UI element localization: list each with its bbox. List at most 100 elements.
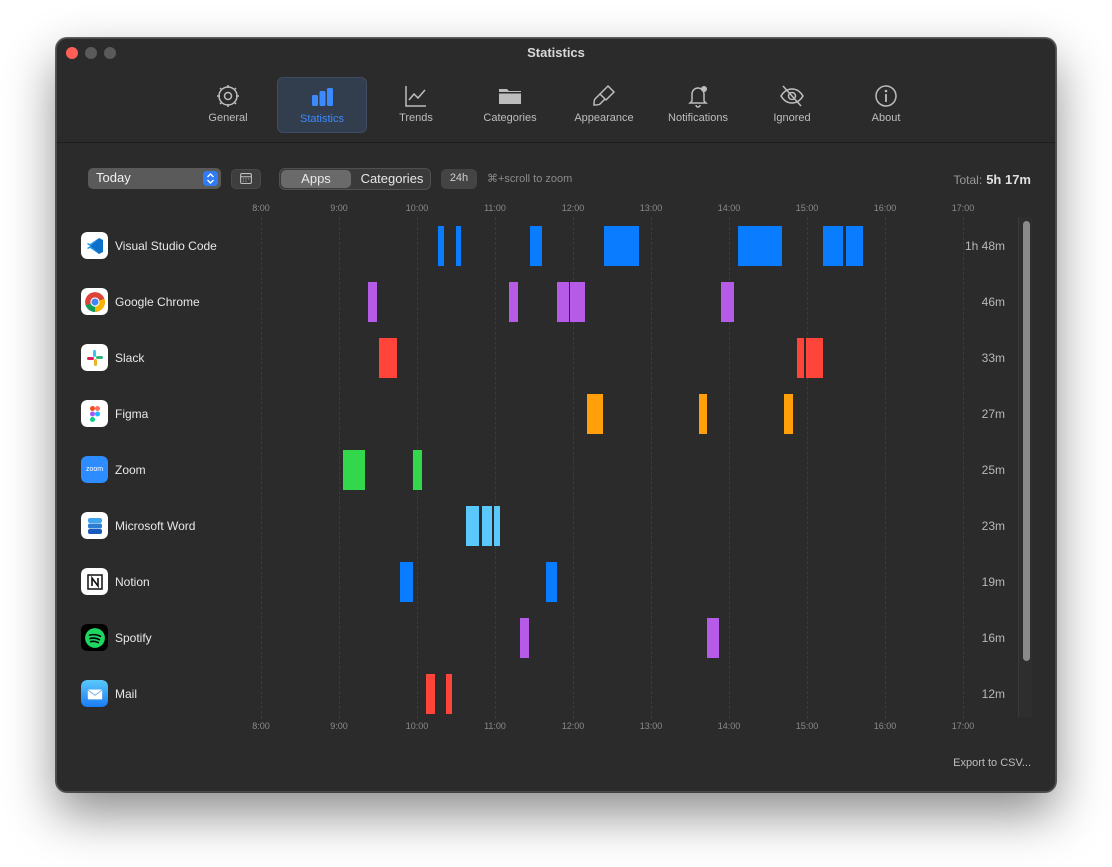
- gridline: [885, 217, 886, 719]
- tab-ignored[interactable]: Ignored: [747, 77, 837, 133]
- app-duration: 16m: [981, 631, 1005, 645]
- session-bar[interactable]: [445, 674, 453, 714]
- session-bar[interactable]: [426, 674, 436, 714]
- app-name: Spotify: [115, 631, 152, 645]
- tab-label: About: [871, 112, 901, 124]
- chrome-icon: [81, 288, 108, 315]
- window-title: Statistics: [527, 45, 585, 60]
- calendar-button[interactable]: [231, 169, 261, 189]
- axis-tick-label-top: 10:00: [405, 203, 429, 213]
- session-bar[interactable]: [437, 226, 445, 266]
- axis-tick-label-top: 14:00: [717, 203, 741, 213]
- eye-slash-icon: [780, 85, 804, 107]
- app-duration: 33m: [981, 351, 1005, 365]
- session-bar[interactable]: [519, 618, 529, 658]
- export-csv-button[interactable]: Export to CSV...: [953, 757, 1031, 769]
- session-bar[interactable]: [738, 226, 783, 266]
- scrollbar-thumb[interactable]: [1023, 221, 1030, 661]
- gridline: [963, 217, 964, 719]
- axis-tick-label-bottom: 9:00: [330, 721, 348, 731]
- app-duration: 46m: [981, 295, 1005, 309]
- axis-tick-label-top: 11:00: [484, 203, 506, 213]
- axis-tick-label-bottom: 12:00: [561, 721, 585, 731]
- mail-icon: [81, 680, 108, 707]
- session-bar[interactable]: [706, 618, 719, 658]
- axis-tick-label-bottom: 10:00: [405, 721, 429, 731]
- gridline: [339, 217, 340, 719]
- app-name: Google Chrome: [115, 295, 200, 309]
- session-bar[interactable]: [846, 226, 863, 266]
- word-icon: [81, 512, 108, 539]
- app-name: Figma: [115, 407, 149, 421]
- session-bar[interactable]: [587, 394, 603, 434]
- session-bar[interactable]: [822, 226, 844, 266]
- session-bar[interactable]: [493, 506, 501, 546]
- session-bar[interactable]: [509, 282, 519, 322]
- title-bar: Statistics: [57, 39, 1055, 67]
- zoom-icon: zoom: [81, 456, 108, 483]
- range-24h-button[interactable]: 24h: [441, 169, 477, 189]
- tab-appearance[interactable]: Appearance: [559, 77, 649, 133]
- tab-about[interactable]: About: [841, 77, 931, 133]
- folder-icon: [499, 89, 521, 104]
- session-bar[interactable]: [545, 562, 558, 602]
- calendar-icon: [240, 173, 252, 185]
- app-duration: 1h 48m: [964, 239, 1005, 253]
- session-bar[interactable]: [530, 226, 542, 266]
- app-name: Notion: [115, 575, 150, 589]
- tab-statistics[interactable]: Statistics: [277, 77, 367, 133]
- session-bar[interactable]: [342, 450, 365, 490]
- app-duration: 19m: [981, 575, 1005, 589]
- tab-notifications[interactable]: Notifications: [653, 77, 743, 133]
- vertical-scrollbar[interactable]: [1018, 217, 1032, 717]
- paintbrush-icon: [593, 84, 616, 106]
- app-name: Zoom: [115, 463, 146, 477]
- preferences-toolbar: General Statistics Trends Categories App…: [57, 67, 1055, 143]
- session-bar[interactable]: [466, 506, 480, 546]
- tab-label: Notifications: [668, 112, 728, 124]
- chevron-up-down-icon: [203, 171, 218, 186]
- segment-apps[interactable]: Apps: [281, 170, 351, 188]
- spotify-icon: [81, 624, 108, 651]
- axis-tick-label-bottom: 11:00: [484, 721, 506, 731]
- session-bar[interactable]: [783, 394, 793, 434]
- tab-trends[interactable]: Trends: [371, 77, 461, 133]
- session-bar[interactable]: [379, 338, 398, 378]
- session-bar[interactable]: [456, 226, 462, 266]
- axis-tick-label-bottom: 17:00: [951, 721, 975, 731]
- gridline: [495, 217, 496, 719]
- session-bar[interactable]: [413, 450, 423, 490]
- axis-tick-label-bottom: 15:00: [795, 721, 819, 731]
- period-select-value: Today: [96, 170, 131, 185]
- bar-chart-icon: [312, 88, 333, 106]
- app-name: Mail: [115, 687, 138, 701]
- session-bar[interactable]: [796, 338, 805, 378]
- total-label: Total:: [953, 173, 983, 187]
- axis-tick-label-top: 9:00: [330, 203, 348, 213]
- axis-tick-label-top: 12:00: [561, 203, 585, 213]
- app-duration: 23m: [981, 519, 1005, 533]
- tab-general[interactable]: General: [183, 77, 273, 133]
- tab-label: Statistics: [299, 113, 344, 125]
- axis-tick-label-top: 16:00: [873, 203, 897, 213]
- session-bar[interactable]: [570, 282, 585, 322]
- notion-icon: [81, 568, 108, 595]
- session-bar[interactable]: [721, 282, 735, 322]
- session-bar[interactable]: [557, 282, 570, 322]
- period-select[interactable]: Today: [88, 168, 221, 189]
- session-bar[interactable]: [805, 338, 823, 378]
- tab-label: Appearance: [574, 112, 634, 124]
- tab-categories[interactable]: Categories: [465, 77, 555, 133]
- segment-categories[interactable]: Categories: [354, 170, 430, 188]
- info-icon: [875, 85, 897, 107]
- axis-tick-label-top: 13:00: [639, 203, 663, 213]
- session-bar[interactable]: [400, 562, 414, 602]
- session-bar[interactable]: [604, 226, 640, 266]
- axis-tick-label-bottom: 14:00: [717, 721, 741, 731]
- session-bar[interactable]: [482, 506, 493, 546]
- slack-icon: [81, 344, 108, 371]
- line-chart-icon: [405, 86, 426, 107]
- session-bar[interactable]: [699, 394, 707, 434]
- session-bar[interactable]: [367, 282, 377, 322]
- tab-label: Trends: [399, 112, 433, 124]
